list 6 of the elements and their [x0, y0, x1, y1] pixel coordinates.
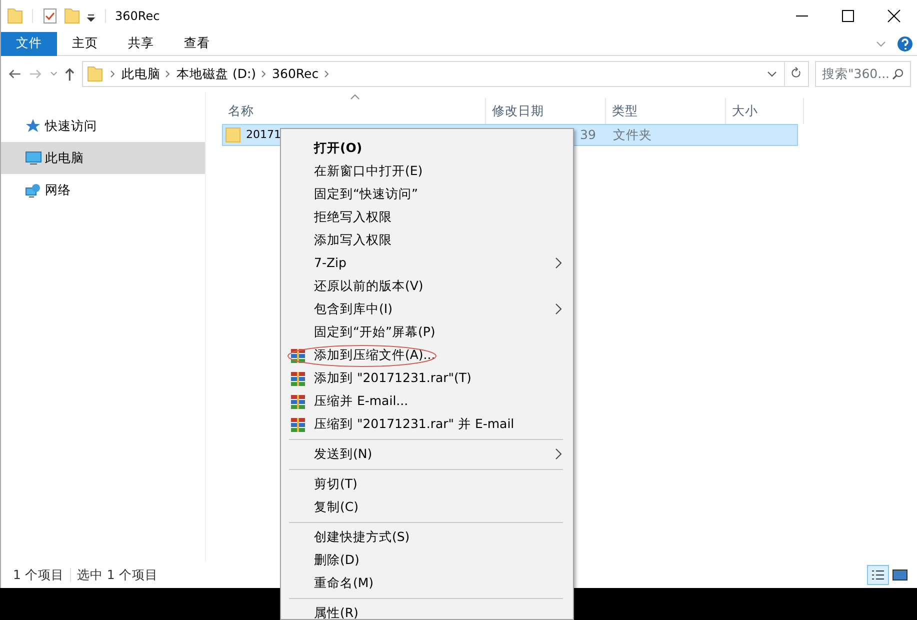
file-type: 文件夹 — [613, 126, 652, 142]
file-date: 39 — [580, 126, 596, 142]
window-title: 360Rec — [115, 8, 160, 25]
selection-count: 选中 1 个项目 — [76, 566, 158, 584]
file-name: 20171 — [246, 126, 281, 143]
item-count: 1 个项目 — [13, 566, 64, 584]
